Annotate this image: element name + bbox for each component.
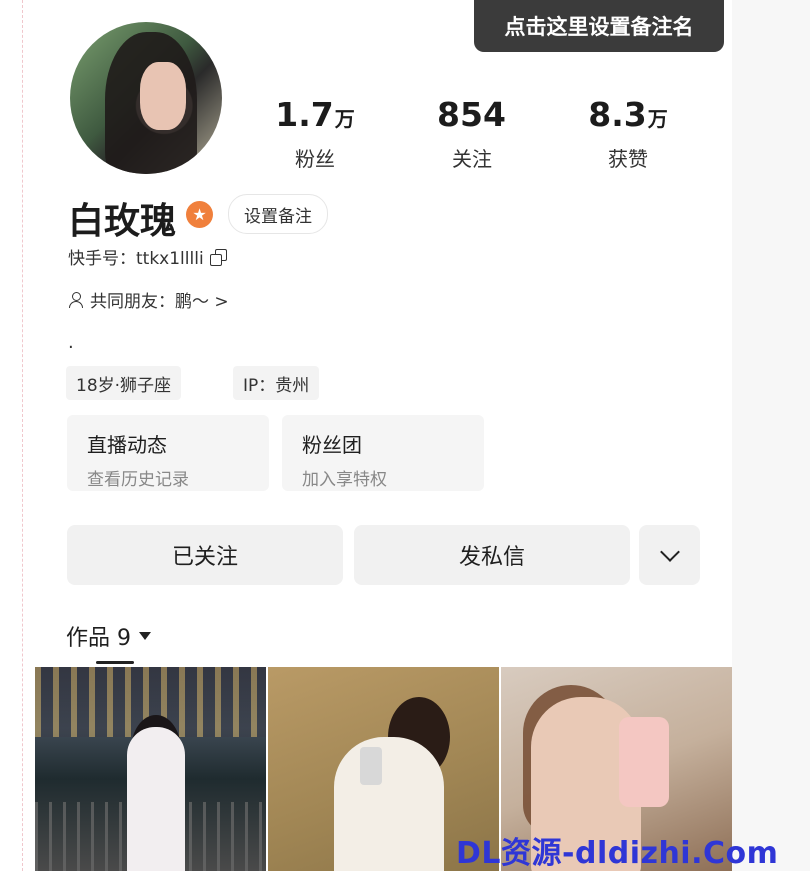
card-subtitle: 查看历史记录 <box>87 470 189 490</box>
card-title: 粉丝团 <box>302 433 362 457</box>
mutual-friends-row[interactable]: 共同朋友：鹏～ > <box>68 287 229 312</box>
card-live-history[interactable]: 直播动态 查看历史记录 <box>67 415 269 491</box>
kuaishou-id: 快手号：ttkx1lllli <box>68 249 204 269</box>
stat-label: 获赞 <box>608 147 648 171</box>
stat-likes[interactable]: 8.3万 获赞 <box>568 97 688 172</box>
copy-icon[interactable] <box>209 248 227 266</box>
star-badge-icon[interactable]: ★ <box>186 201 213 228</box>
stat-label: 关注 <box>452 147 492 171</box>
profile-page: 点击这里设置备注名 1.7万 粉丝 854 关注 8.3万 获赞 白玫瑰 ★ 设… <box>0 0 810 871</box>
stat-number: 854 <box>437 95 506 134</box>
tag-ip-location[interactable]: IP：贵州 <box>233 366 320 400</box>
figure <box>334 737 444 871</box>
figure <box>127 727 185 871</box>
right-margin <box>732 0 810 871</box>
left-guide-line <box>22 0 23 871</box>
work-thumbnail[interactable] <box>35 667 266 871</box>
chevron-down-icon <box>659 542 680 562</box>
bio-text: . <box>68 332 74 353</box>
avatar[interactable] <box>70 22 222 174</box>
tab-works-label: 作品 9 <box>66 626 131 651</box>
phone <box>619 717 669 807</box>
stat-following[interactable]: 854 关注 <box>412 97 532 172</box>
stat-label: 粉丝 <box>295 147 335 171</box>
tab-underline <box>96 661 134 664</box>
card-fan-club[interactable]: 粉丝团 加入享特权 <box>282 415 484 491</box>
remark-name-tip[interactable]: 点击这里设置备注名 <box>474 0 724 52</box>
avatar-face <box>140 62 186 130</box>
dropdown-triangle-icon <box>139 632 151 640</box>
message-button[interactable]: 发私信 <box>354 525 630 585</box>
stat-number: 8.3万 <box>588 95 668 134</box>
kuaishou-id-row: 快手号：ttkx1lllli <box>68 244 227 269</box>
stat-number: 1.7万 <box>275 95 355 134</box>
phone <box>360 747 382 785</box>
followed-button[interactable]: 已关注 <box>67 525 343 585</box>
stat-followers[interactable]: 1.7万 粉丝 <box>255 97 375 172</box>
person-icon <box>68 291 84 308</box>
card-subtitle: 加入享特权 <box>302 470 387 490</box>
more-options-button[interactable] <box>639 525 700 585</box>
mutual-friends-text: 共同朋友：鹏～ > <box>90 292 229 312</box>
profile-name: 白玫瑰 <box>68 201 177 242</box>
set-remark-button[interactable]: 设置备注 <box>228 194 328 234</box>
card-title: 直播动态 <box>87 433 167 457</box>
site-watermark: DL资源-dldizhi.Com <box>456 836 779 871</box>
tag-age-zodiac[interactable]: 18岁·狮子座 <box>66 366 182 400</box>
tab-works[interactable]: 作品 9 <box>66 620 151 652</box>
